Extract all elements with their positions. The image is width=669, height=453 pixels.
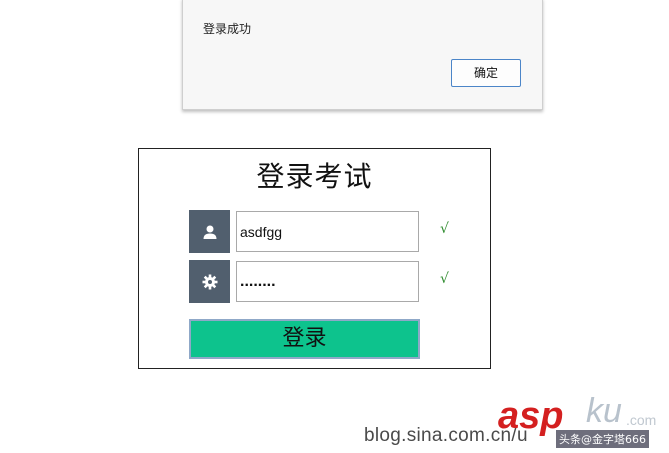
- watermark-brand-asp: asp: [498, 395, 564, 437]
- alert-dialog: 登录成功 确定: [182, 0, 543, 110]
- username-input[interactable]: [236, 211, 419, 252]
- watermark-tag: 头条@金字塔666: [556, 430, 649, 448]
- password-input[interactable]: [236, 261, 419, 302]
- watermark-brand-com: .com: [626, 412, 657, 428]
- alert-ok-button[interactable]: 确定: [451, 59, 521, 87]
- gear-icon: [189, 260, 230, 303]
- watermark-brand-ku: ku: [586, 392, 622, 430]
- user-icon: [189, 210, 230, 253]
- login-submit-button[interactable]: 登录: [189, 319, 420, 359]
- password-valid-check: √: [440, 271, 449, 287]
- alert-message: 登录成功: [203, 22, 252, 36]
- login-panel: 登录考试 √ √ 登录: [138, 148, 491, 369]
- page-title: 登录考试: [256, 160, 373, 193]
- username-valid-check: √: [440, 221, 449, 237]
